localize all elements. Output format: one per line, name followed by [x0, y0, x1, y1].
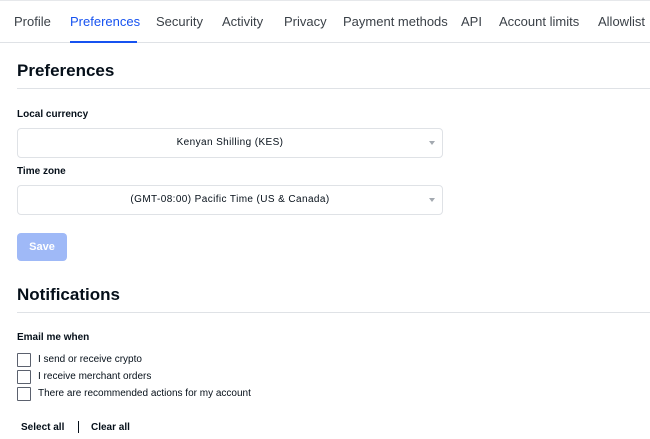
notify-recommended-actions-label: There are recommended actions for my acc…: [38, 388, 251, 399]
local-currency-value: Kenyan Shilling (KES): [176, 137, 284, 148]
tab-api[interactable]: API: [461, 14, 482, 29]
time-zone-select[interactable]: (GMT-08:00) Pacific Time (US & Canada): [17, 185, 443, 215]
local-currency-select[interactable]: Kenyan Shilling (KES): [17, 128, 443, 158]
notify-crypto-checkbox[interactable]: [17, 352, 31, 367]
tab-privacy[interactable]: Privacy: [284, 14, 327, 29]
notify-crypto-option[interactable]: I send or receive crypto: [17, 352, 142, 367]
select-all-link[interactable]: Select all: [21, 422, 64, 433]
notify-recommended-actions-option[interactable]: There are recommended actions for my acc…: [17, 386, 251, 401]
tab-payment-methods[interactable]: Payment methods: [343, 14, 448, 29]
save-button[interactable]: Save: [17, 233, 67, 261]
tab-security[interactable]: Security: [156, 14, 203, 29]
notifications-title: Notifications: [17, 285, 120, 304]
time-zone-value: (GMT-08:00) Pacific Time (US & Canada): [130, 194, 330, 205]
caret-down-icon: [429, 141, 435, 145]
caret-down-icon: [429, 198, 435, 202]
notify-merchant-orders-checkbox[interactable]: [17, 369, 31, 384]
clear-all-link[interactable]: Clear all: [91, 422, 130, 433]
notifications-divider: [17, 312, 650, 313]
notify-merchant-orders-label: I receive merchant orders: [38, 371, 152, 382]
active-tab-indicator: [70, 41, 137, 43]
tab-account-limits[interactable]: Account limits: [499, 14, 579, 29]
tab-preferences[interactable]: Preferences: [70, 14, 140, 29]
local-currency-label: Local currency: [17, 109, 89, 120]
tab-activity[interactable]: Activity: [222, 14, 263, 29]
action-separator: [78, 421, 79, 433]
time-zone-label: Time zone: [17, 166, 66, 177]
tab-profile[interactable]: Profile: [14, 14, 51, 29]
email-me-when-label: Email me when: [17, 332, 90, 343]
notify-merchant-orders-option[interactable]: I receive merchant orders: [17, 369, 151, 384]
notify-recommended-actions-checkbox[interactable]: [17, 386, 31, 401]
preferences-divider: [17, 88, 650, 89]
tab-allowlist[interactable]: Allowlist: [598, 14, 645, 29]
settings-tab-bar: Profile Preferences Security Activity Pr…: [0, 0, 650, 43]
notify-crypto-label: I send or receive crypto: [38, 354, 142, 365]
preferences-title: Preferences: [17, 61, 115, 80]
